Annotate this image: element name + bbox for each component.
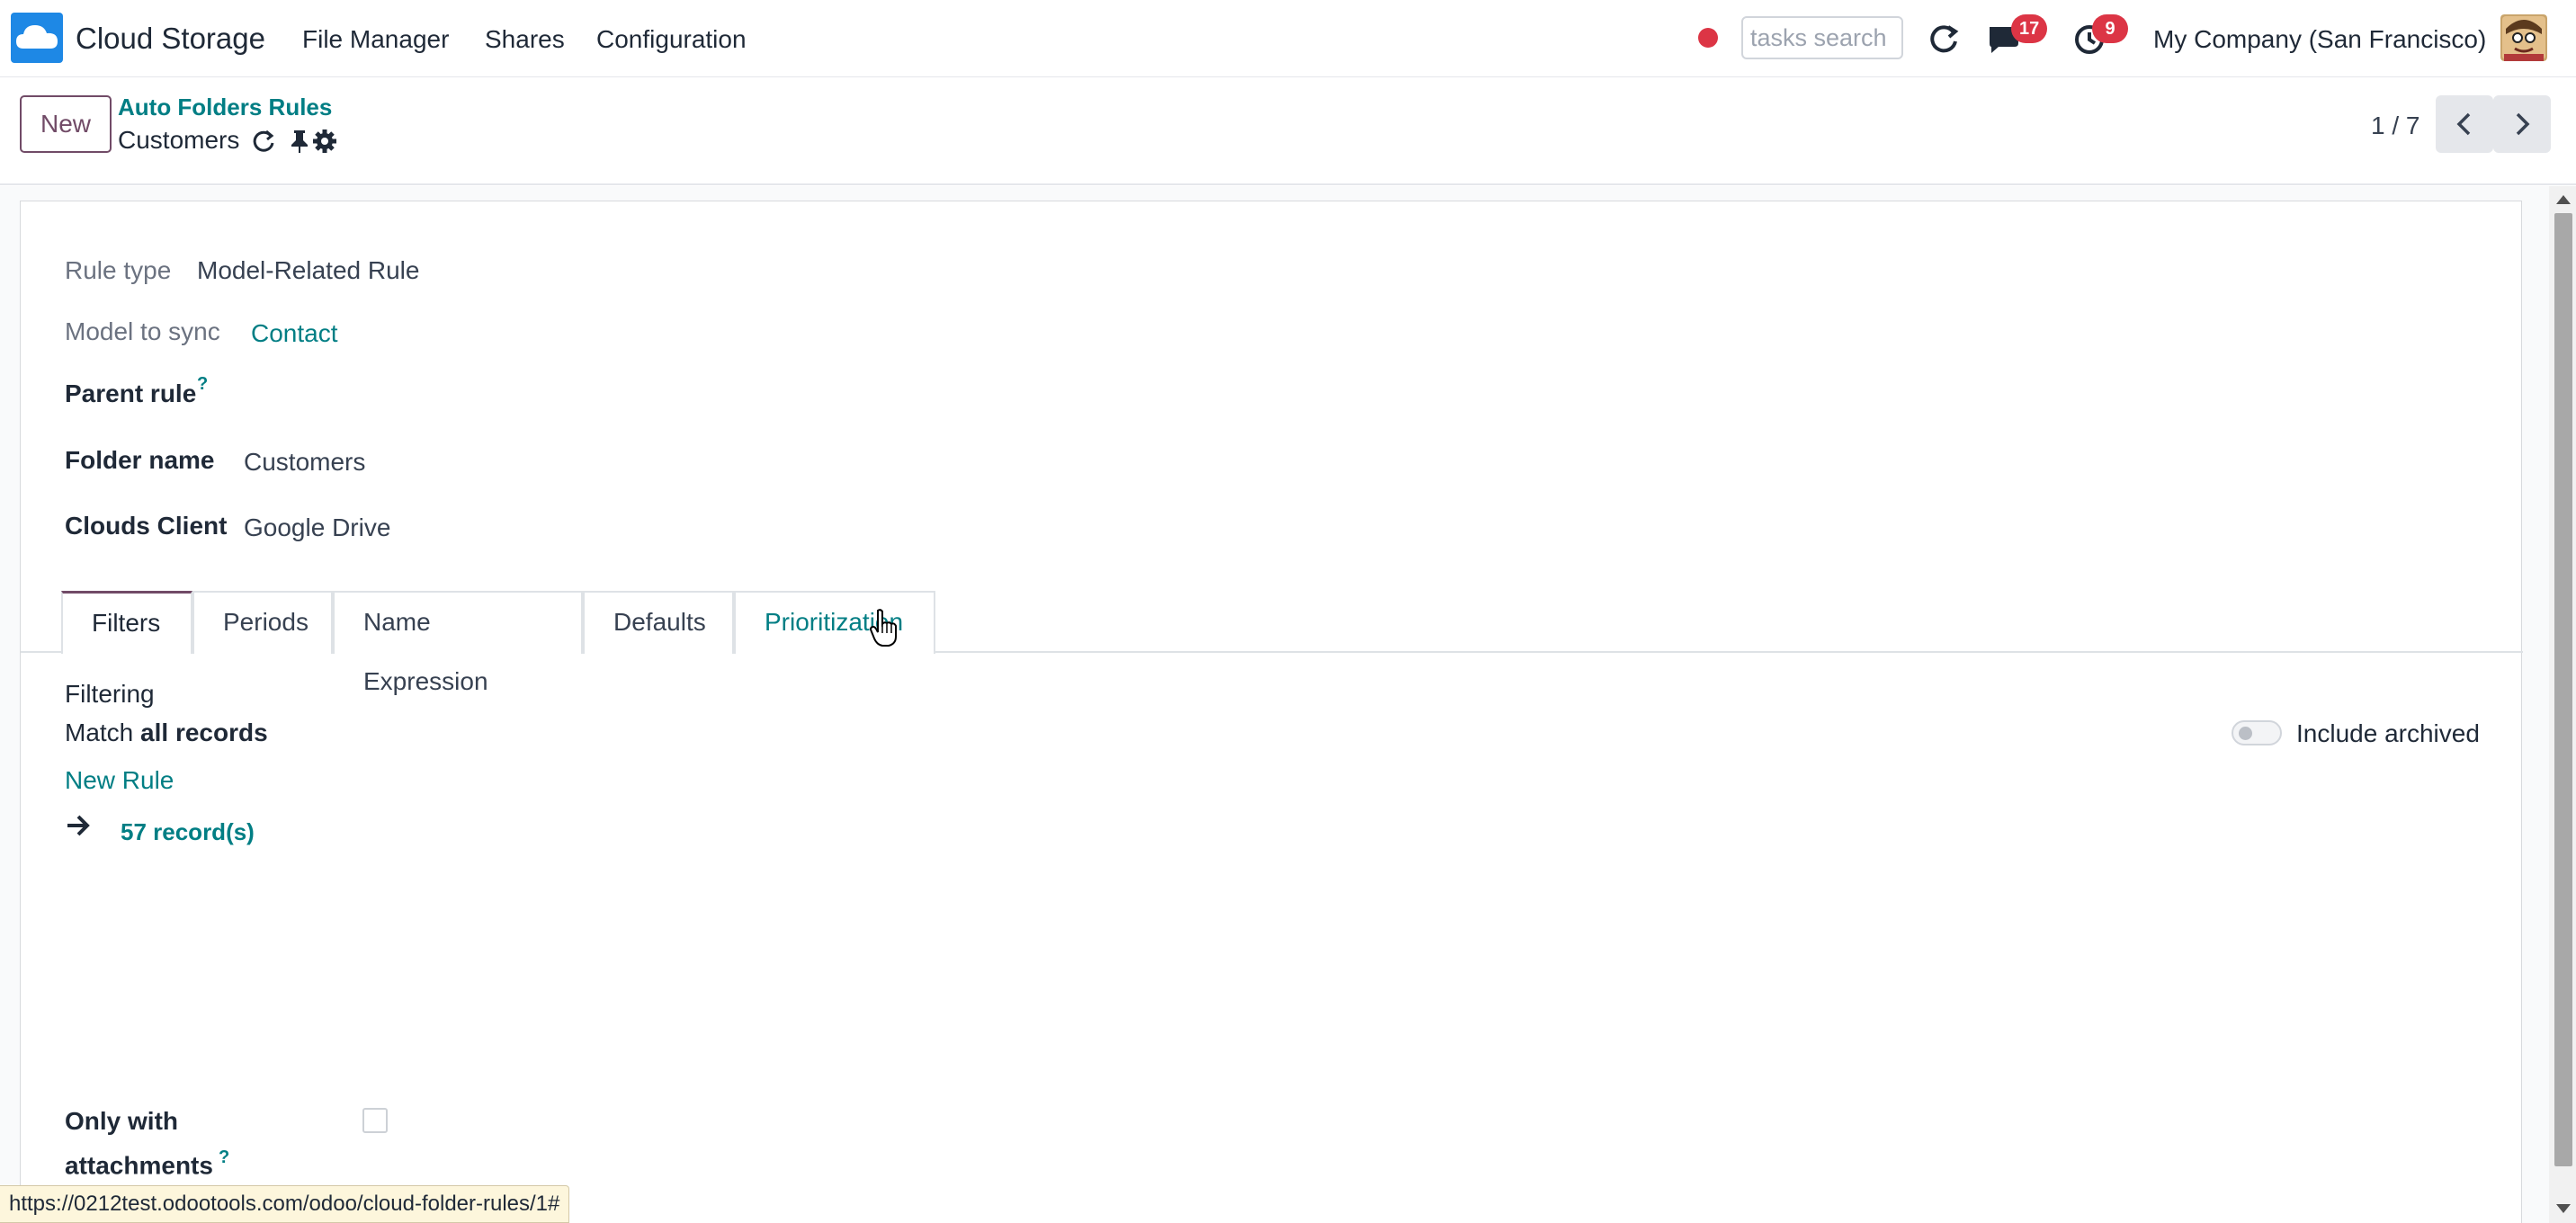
new-button[interactable]: New — [20, 95, 112, 153]
tab-defaults[interactable]: Defaults — [583, 591, 734, 654]
filtering-title: Filtering — [65, 680, 155, 708]
menu-shares[interactable]: Shares — [485, 25, 565, 54]
rule-type-value[interactable]: Model-Related Rule — [197, 256, 419, 285]
only-with-attachments-help-icon[interactable]: ? — [219, 1147, 229, 1167]
pager-previous-button[interactable] — [2436, 95, 2493, 153]
clouds-client-value[interactable]: Google Drive — [244, 513, 390, 542]
company-switcher[interactable]: My Company (San Francisco) — [2153, 25, 2486, 54]
folder-name-value[interactable]: Customers — [244, 448, 365, 477]
record-sync-icon[interactable] — [250, 128, 277, 155]
breadcrumb-auto-folders-rules[interactable]: Auto Folders Rules — [118, 94, 332, 121]
clouds-client-label: Clouds Client — [65, 512, 228, 540]
chevron-left-icon — [2456, 112, 2471, 136]
tab-filters[interactable]: Filters — [61, 591, 192, 654]
tab-prioritization[interactable]: Prioritization — [734, 591, 935, 654]
scroll-up-arrow-icon[interactable] — [2556, 195, 2571, 204]
form-sheet: Rule type Model-Related Rule Model to sy… — [20, 201, 2523, 1223]
activities-count-badge: 9 — [2092, 14, 2128, 43]
toggle-knob — [2239, 727, 2252, 740]
matching-records-link[interactable]: 57 record(s) — [121, 818, 255, 846]
messages-count-badge: 17 — [2011, 14, 2048, 43]
tab-name-expression[interactable]: Name Expression — [333, 591, 583, 695]
match-all-records-text: Match all records — [65, 719, 268, 746]
page-scrollbar[interactable] — [2549, 186, 2576, 1223]
tasks-search-input[interactable] — [1741, 16, 1903, 59]
rule-type-label: Rule type — [65, 256, 172, 284]
cloud-storage-logo-icon[interactable] — [11, 13, 63, 63]
pager-next-button[interactable] — [2493, 95, 2551, 153]
arrow-right-icon — [67, 815, 90, 836]
include-archived-toggle[interactable] — [2232, 720, 2282, 745]
model-to-sync-value[interactable]: Contact — [251, 319, 338, 348]
gear-icon[interactable] — [311, 128, 338, 155]
only-with-attachments-checkbox[interactable] — [362, 1108, 388, 1133]
pin-icon[interactable] — [286, 128, 313, 155]
status-bar-url: https://0212test.odootools.com/odoo/clou… — [0, 1185, 570, 1223]
menu-file-manager[interactable]: File Manager — [302, 25, 449, 54]
top-navbar: Cloud Storage File Manager Shares Config… — [0, 0, 2576, 77]
scroll-down-arrow-icon[interactable] — [2556, 1204, 2571, 1213]
scroll-thumb[interactable] — [2554, 213, 2572, 1166]
only-with-attachments-label: Only with attachments? — [65, 1107, 230, 1180]
record-name: Customers — [118, 126, 240, 154]
hand-pointer-cursor-icon — [869, 609, 897, 647]
parent-rule-label: Parent rule — [65, 379, 197, 407]
refresh-sync-icon[interactable] — [1925, 20, 1963, 58]
tab-periods[interactable]: Periods — [192, 591, 333, 654]
chevron-right-icon — [2516, 112, 2530, 136]
folder-name-label: Folder name — [65, 446, 215, 474]
menu-configuration[interactable]: Configuration — [596, 25, 747, 54]
form-area: Rule type Model-Related Rule Model to sy… — [0, 186, 2549, 1223]
parent-rule-help-icon[interactable]: ? — [197, 374, 208, 395]
recording-indicator[interactable] — [1698, 28, 1718, 48]
include-archived-label: Include archived — [2296, 719, 2480, 747]
control-panel: New Auto Folders Rules Customers 1 / 7 — [0, 77, 2576, 185]
app-name: Cloud Storage — [76, 22, 265, 55]
pager-value[interactable]: 1 / 7 — [2371, 112, 2419, 140]
new-rule-link[interactable]: New Rule — [65, 766, 174, 795]
model-to-sync-label: Model to sync — [65, 317, 220, 345]
user-avatar[interactable] — [2500, 14, 2547, 61]
